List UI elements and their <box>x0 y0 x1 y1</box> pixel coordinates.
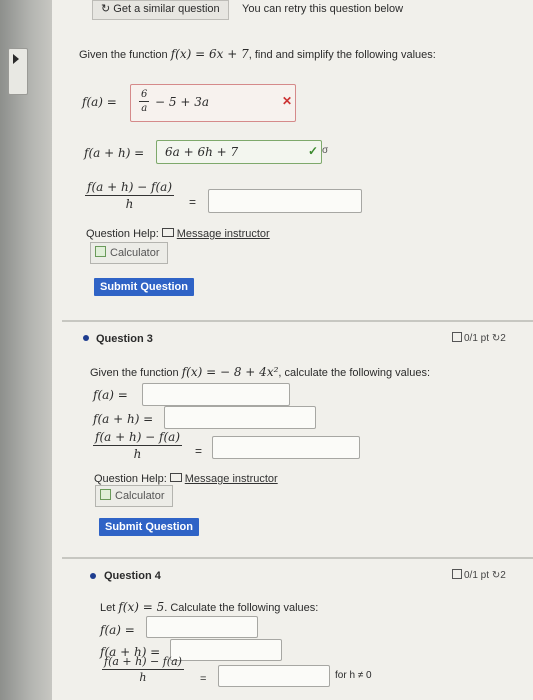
correct-icon: ✓ <box>308 144 319 158</box>
retry-icon: ↻ <box>491 570 501 581</box>
q3-function: f(x) = − 8 + 4x² <box>181 365 279 379</box>
q4-difference-quotient: f(a + h) − f(a) h <box>102 655 184 684</box>
retry-icon: ↻ <box>491 333 501 344</box>
q4-fa-label: f(a) = <box>100 623 135 637</box>
q2-difference-quotient: f(a + h) − f(a) h <box>85 180 175 211</box>
q2-message-instructor-link[interactable]: Message instructor <box>177 228 270 240</box>
retry-note: You can retry this question below <box>242 3 404 15</box>
q4-title: Question 4 <box>104 570 161 582</box>
q2-fa-fraction: 6a <box>139 89 150 114</box>
q3-title: Question 3 <box>96 333 153 345</box>
q2-submit-button[interactable]: Submit Question <box>94 278 194 296</box>
q3-calculator-button[interactable]: Calculator <box>95 485 173 507</box>
q4-prompt: Let f(x) = 5. Calculate the following va… <box>100 600 319 614</box>
q2-fa-label: f(a) = <box>82 95 117 109</box>
score-icon <box>452 332 462 342</box>
q3-fah-label: f(a + h) = <box>93 412 154 426</box>
question-bullet-icon <box>83 335 89 341</box>
q2-function: f(x) = 6x + 7 <box>170 47 249 61</box>
q3-fa-label: f(a) = <box>93 388 128 402</box>
question-bullet-icon <box>90 573 96 579</box>
q2-prompt: Given the function f(x) = 6x + 7, find a… <box>79 47 436 61</box>
q3-message-instructor-link[interactable]: Message instructor <box>185 473 278 485</box>
q4-dq-input[interactable] <box>218 665 330 687</box>
divider <box>62 320 533 322</box>
expand-arrow-icon[interactable] <box>13 54 19 64</box>
q2-fa-input[interactable]: 6a − 5 + 3a <box>130 84 296 122</box>
similar-question-label: Get a similar question <box>113 3 220 15</box>
q3-fa-input[interactable] <box>142 383 290 406</box>
question-page: ↻ Get a similar question You can retry t… <box>52 0 533 700</box>
q3-dq-equals: = <box>195 444 203 458</box>
q2-fah-label: f(a + h) = <box>84 146 145 160</box>
calculator-icon <box>95 246 106 257</box>
q2-fah-value: 6a + 6h + 7 <box>165 145 239 159</box>
q2-fah-input[interactable]: 6a + 6h + 7 <box>156 140 322 164</box>
q3-fah-input[interactable] <box>164 406 316 429</box>
calculator-icon <box>100 489 111 500</box>
q2-dq-equals: = <box>189 195 197 209</box>
q4-score: 0/1 pt ↻2 <box>452 569 506 581</box>
incorrect-icon: ✕ <box>282 94 293 108</box>
key-icon[interactable]: σ <box>322 145 328 156</box>
left-sidebar-tab[interactable] <box>0 0 52 700</box>
q3-difference-quotient: f(a + h) − f(a) h <box>93 430 183 461</box>
q2-calculator-button[interactable]: Calculator <box>90 242 168 264</box>
q4-fah-input[interactable] <box>170 639 282 661</box>
q4-fa-input[interactable] <box>146 616 258 638</box>
q4-function: f(x) = 5 <box>118 600 165 614</box>
refresh-icon: ↻ <box>101 3 111 15</box>
q3-score: 0/1 pt ↻2 <box>452 332 506 344</box>
q4-dq-equals: = <box>200 673 207 685</box>
q3-dq-input[interactable] <box>212 436 360 459</box>
q3-help: Question Help: Message instructor <box>94 473 278 485</box>
q2-dq-input[interactable] <box>208 189 362 213</box>
q3-prompt: Given the function f(x) = − 8 + 4x², cal… <box>90 365 431 379</box>
envelope-icon <box>161 228 174 237</box>
q2-fa-value: − 5 + 3a <box>155 95 209 109</box>
divider <box>62 557 533 559</box>
q3-submit-button[interactable]: Submit Question <box>99 518 199 536</box>
score-icon <box>452 569 462 579</box>
q4-condition: for h ≠ 0 <box>335 670 372 681</box>
q2-help: Question Help: Message instructor <box>86 228 270 240</box>
envelope-icon <box>169 473 182 482</box>
similar-question-button[interactable]: ↻ Get a similar question <box>92 0 229 20</box>
